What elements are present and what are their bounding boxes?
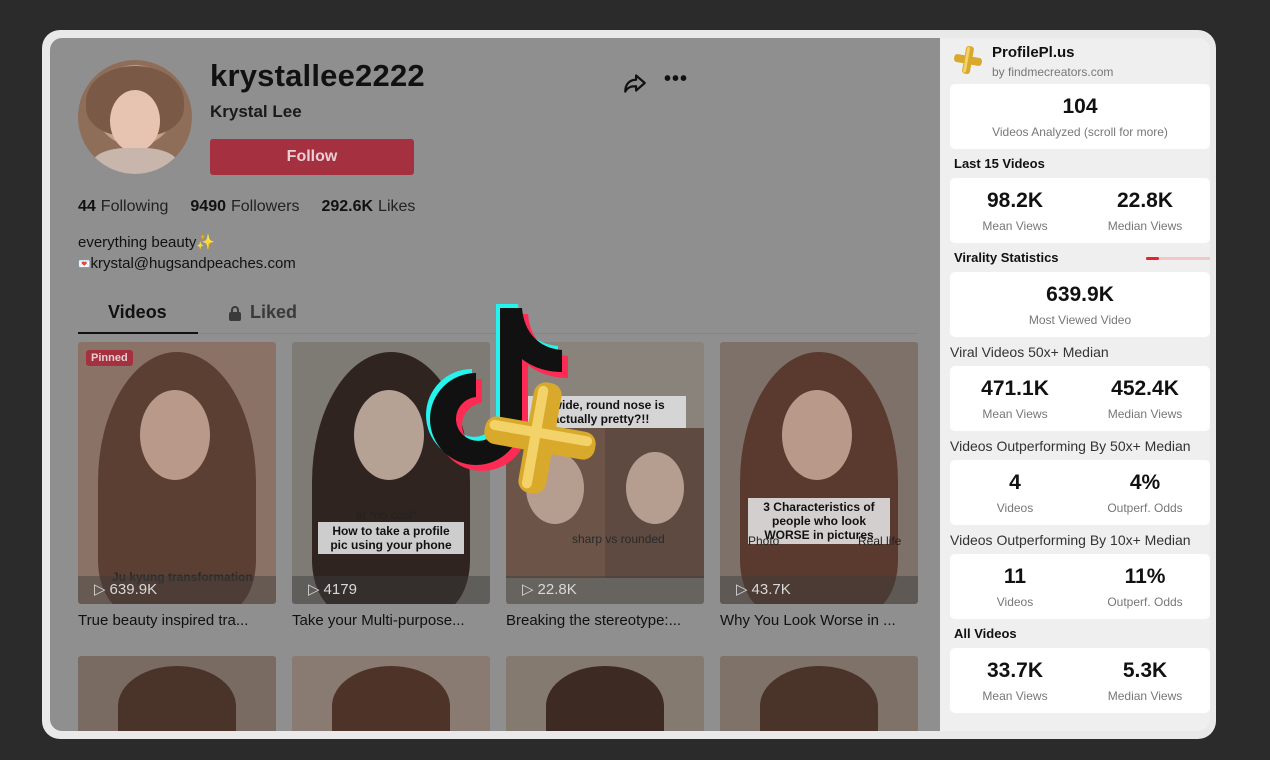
app-frame: krystallee2222 Krystal Lee Follow ••• 44… (42, 30, 1216, 739)
video-views: ▷ 43.7K (736, 580, 791, 599)
video-overlay-text: How to take a profile pic using your pho… (318, 522, 464, 554)
section-viral-50x: Viral Videos 50x+ Median (950, 344, 1109, 360)
video-card[interactable] (506, 656, 704, 731)
all-median-value: 5.3K (1122, 658, 1168, 682)
brand-name: ProfilePl.us (992, 44, 1075, 61)
outperform-10x-card: 11 Videos 11% Outperf. Odds (950, 554, 1210, 619)
video-title[interactable]: Why You Look Worse in ... (720, 612, 918, 629)
video-title[interactable]: Breaking the stereotype:... (506, 612, 704, 629)
video-tag-right: Real life (858, 534, 902, 548)
out10-videos-value: 11 (1003, 564, 1027, 588)
tab-liked[interactable]: Liked (228, 302, 297, 323)
viral-median-value: 452.4K (1111, 376, 1179, 400)
out50-videos-value: 4 (1009, 470, 1021, 494)
video-tag-left: Photo (748, 534, 780, 548)
tiktok-plus-logo-icon (426, 304, 596, 494)
outperform-50x-card: 4 Videos 4% Outperf. Odds (950, 460, 1210, 525)
bio-email[interactable]: krystal@hugsandpeaches.com (90, 255, 295, 272)
play-icon: ▷ (94, 581, 106, 598)
play-icon: ▷ (736, 581, 748, 598)
video-views: ▷ 22.8K (522, 580, 577, 599)
most-viewed-card: 639.9K Most Viewed Video (950, 272, 1210, 337)
following-stat[interactable]: 44 Following (78, 198, 168, 216)
last15-mean-value: 98.2K (986, 188, 1044, 212)
videos-analyzed-label: Videos Analyzed (scroll for more) (992, 124, 1168, 139)
pinned-badge: Pinned (86, 350, 133, 366)
video-card[interactable] (292, 656, 490, 731)
all-videos-card: 33.7K Mean Views 5.3K Median Views (950, 648, 1210, 713)
play-icon: ▷ (522, 581, 534, 598)
videos-analyzed-card: 104 Videos Analyzed (scroll for more) (950, 84, 1210, 149)
brand-subtitle[interactable]: by findmecreators.com (992, 65, 1113, 79)
profile-username: krystallee2222 (210, 58, 425, 93)
video-views: ▷ 639.9K (94, 580, 158, 599)
share-icon[interactable] (622, 70, 648, 96)
video-card[interactable]: 3 Characteristics of people who look WOR… (720, 342, 918, 629)
heart-letter-icon: 💌 (78, 259, 91, 270)
videos-analyzed-value: 104 (1062, 94, 1098, 118)
avatar[interactable] (78, 60, 192, 174)
viral-mean-value: 471.1K (981, 376, 1049, 400)
video-thumbnail[interactable]: Pinned Ju kyung transformation ▷ 639.9K (78, 342, 276, 604)
section-last-15: Last 15 Videos (954, 156, 1045, 171)
video-card[interactable] (78, 656, 276, 731)
last15-card: 98.2K Mean Views 22.8K Median Views (950, 178, 1210, 243)
video-overlay-text: sharp vs rounded (572, 532, 665, 546)
followers-stat[interactable]: 9490 Followers (190, 198, 299, 216)
sparkle-icon: ✨ (196, 234, 216, 251)
section-outperform-50x: Videos Outperforming By 50x+ Median (950, 438, 1191, 454)
profileplus-stats-pane: ProfilePl.us by findmecreators.com 104 V… (940, 38, 1210, 731)
section-virality: Virality Statistics (954, 250, 1059, 265)
likes-stat: 292.6K Likes (321, 198, 416, 215)
play-icon: ▷ (308, 581, 320, 598)
video-card[interactable] (720, 656, 918, 731)
video-title[interactable]: True beauty inspired tra... (78, 612, 276, 629)
tab-active-indicator (78, 332, 198, 334)
follow-button[interactable]: Follow (210, 139, 414, 175)
brand-header: ProfilePl.us by findmecreators.com (952, 44, 1113, 79)
viral-50x-card: 471.1K Mean Views 452.4K Median Views (950, 366, 1210, 431)
more-options-icon[interactable]: ••• (664, 68, 688, 91)
last15-median-value: 22.8K (1116, 188, 1174, 212)
video-thumbnail[interactable]: 3 Characteristics of people who look WOR… (720, 342, 918, 604)
out50-odds-value: 4% (1129, 470, 1161, 494)
gold-plus-logo-icon (953, 45, 983, 75)
profile-counts: 44 Following 9490 Followers 292.6K Likes (78, 198, 415, 216)
tab-videos[interactable]: Videos (108, 302, 167, 323)
video-card[interactable]: Pinned Ju kyung transformation ▷ 639.9K T… (78, 342, 276, 629)
video-views: ▷ 4179 (308, 580, 357, 599)
profile-pane: krystallee2222 Krystal Lee Follow ••• 44… (50, 38, 940, 731)
section-all-videos: All Videos (954, 626, 1017, 641)
profile-bio: everything beauty✨ 💌krystal@hugsandpeach… (78, 234, 296, 272)
virality-progress-bar (1146, 257, 1210, 260)
section-outperform-10x: Videos Outperforming By 10x+ Median (950, 532, 1191, 548)
all-mean-value: 33.7K (986, 658, 1044, 682)
video-title[interactable]: Take your Multi-purpose... (292, 612, 490, 629)
most-viewed-value: 639.9K (1046, 282, 1114, 306)
out10-odds-value: 11% (1124, 564, 1166, 588)
lock-icon (229, 305, 241, 321)
profile-display-name: Krystal Lee (210, 102, 302, 121)
